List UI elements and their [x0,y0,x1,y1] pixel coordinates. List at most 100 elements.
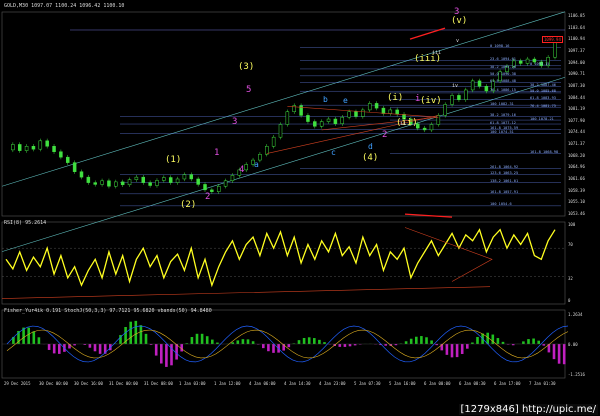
wave-label: (2) [180,200,197,210]
x-tick-label: 1 Jan 12:00 [214,381,241,386]
fib-level-label: 61.8 1088.48 [490,79,516,84]
candle-body [443,104,447,116]
wave-label: (iv) [420,96,442,106]
candle-body [216,185,221,192]
wave-label: (3) [238,62,255,72]
histogram-bar [175,344,178,360]
y-tick-label: 1055.10 [568,199,585,205]
candle-body [127,179,132,186]
x-tick-label: 6 Jan 08:30 [459,381,486,386]
y-tick-label: 1094.00 [568,59,585,65]
y-tick-label: 1084.44 [568,94,585,100]
candle-body [374,103,379,109]
candle-body [271,136,276,147]
histogram-bar [445,344,449,355]
fib-level-label: 23.6 1094.61 [490,56,516,61]
candle-body [168,177,173,183]
histogram-bar [297,340,301,344]
histogram-bar [32,331,36,344]
histogram-bar [144,333,148,344]
histogram-bar [93,344,97,352]
histogram-bar [522,341,525,344]
histogram-bar [58,344,61,354]
histogram-bar [425,337,428,344]
histogram-bar [353,344,357,346]
fib-level-label: 76.4 1081.75 [530,103,556,108]
histogram-bar [501,341,505,344]
histogram-bar [47,344,51,350]
histogram-bar [211,339,214,344]
rsi-tick-label: 32 [568,276,573,281]
histogram-bar [251,341,255,344]
candle-body [203,184,207,191]
fib-level-label: 61.8 1077.12 [490,120,516,125]
fib-level-label: 61.8 1083.93 [530,95,556,100]
candle-body [333,118,338,124]
candle-body [79,171,84,178]
wave-label: i [415,94,421,104]
wave-label: a [254,160,259,169]
fib-level-label: 161.8 1068.98 [530,150,559,155]
x-tick-label: 6 Jan 17:00 [494,381,521,386]
rsi-triangle [404,227,493,282]
fib-level-label: 123.6 1063.25 [490,170,519,175]
wave-label: 2 [205,192,211,202]
candle-body [450,95,454,105]
wave-label: 1 [214,148,220,158]
rsi-trend-support [1,286,491,299]
candle-body [306,115,310,122]
rsi-tick-label: 0 [568,298,571,303]
candle-body [525,58,530,64]
histogram-bar [205,336,209,344]
main-pane-frame [1,11,566,217]
candle-body [155,180,159,186]
histogram-bar [313,338,316,344]
histogram-bar [409,338,413,344]
candle-body [319,121,324,127]
y-tick-label: 1087.30 [568,82,585,88]
candle-body [457,95,461,101]
histogram-bar [246,339,250,344]
wave-label: 3 [454,7,460,17]
candle-body [422,127,427,131]
x-tick-label: 31 Dec 08:00 [144,381,173,386]
y-tick-label: 1074.44 [568,129,585,135]
candle-body [313,121,317,127]
candle-body [553,40,557,58]
histogram-bar [338,344,342,347]
histogram-bar [216,342,219,344]
x-tick-label: 4 Jan 23:00 [319,381,346,386]
wave-label: e [343,96,348,105]
histogram-bar [476,336,479,344]
candle-body [388,109,393,114]
candle-body [278,124,283,138]
histogram-bar [129,321,132,344]
wave-label: 2 [382,130,388,140]
y-tick-label: 1058.39 [568,187,585,193]
wave-label: 3 [232,117,238,127]
histogram-bar [134,320,138,344]
candle-body [31,146,36,150]
candle-body [230,175,235,182]
y-tick-label: 1071.37 [568,141,585,147]
candle-body [347,111,351,118]
histogram-bar [527,339,530,344]
wave-label: v [456,38,460,44]
wave-label: (1) [165,155,182,165]
candle-body [436,115,441,125]
candle-body [354,111,358,117]
wave-label: iii [432,50,442,56]
histogram-bar [455,344,459,358]
rsi-pane-title: RSI(8) 95.2614 [4,220,47,226]
wave-label: 5 [246,85,252,95]
x-tick-label: 6 Jan 00:00 [424,381,451,386]
histogram-bar [52,344,56,354]
histogram-bar [491,334,495,344]
histogram-bar [542,344,546,346]
histogram-bar [88,344,92,348]
channel-lower [1,76,566,252]
candle-body [223,180,228,187]
x-tick-label: 5 Jan 07:30 [354,381,381,386]
histogram-bar [272,344,275,353]
fib-level-label: 261.8 1064.92 [490,164,519,169]
